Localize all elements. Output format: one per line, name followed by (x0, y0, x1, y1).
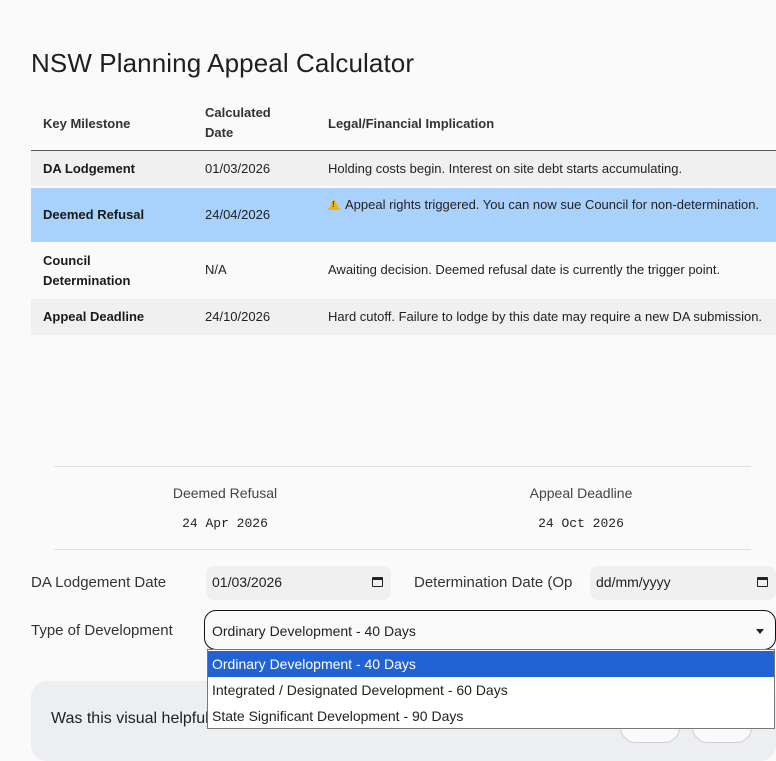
deemed-refusal-value: 24 Apr 2026 (182, 516, 268, 531)
header-calculated-date: Calculated Date (205, 105, 271, 140)
appeal-deadline-value: 24 Oct 2026 (538, 516, 624, 531)
milestone-name: DA Lodgement (43, 161, 135, 176)
calendar-icon[interactable] (757, 577, 768, 587)
lodgement-date-input[interactable]: 01/03/2026 (206, 566, 391, 600)
dropdown-option-state-significant[interactable]: State Significant Development - 90 Days (208, 703, 774, 729)
table-header: Key Milestone Calculated Date Legal/Fina… (31, 100, 776, 151)
warning-icon (328, 199, 340, 210)
lodgement-date-label: DA Lodgement Date (31, 574, 167, 591)
table-row: DA Lodgement 01/03/2026 Holding costs be… (31, 151, 776, 186)
lodgement-date-value: 01/03/2026 (212, 574, 283, 590)
header-key-milestone: Key Milestone (43, 116, 131, 131)
determination-date-input[interactable]: dd/mm/yyyy (590, 566, 776, 600)
page-title: NSW Planning Appeal Calculator (31, 48, 415, 78)
deemed-refusal-label: Deemed Refusal (172, 485, 278, 501)
milestone-date: N/A (205, 262, 227, 277)
milestone-name: Appeal Deadline (43, 309, 145, 324)
table-row: Deemed Refusal 24/04/2026 Appeal rights … (31, 188, 776, 242)
milestone-implication-wrap: Appeal rights triggered. You can now sue… (328, 195, 768, 215)
appeal-deadline-label: Appeal Deadline (529, 485, 633, 501)
dropdown-option-ordinary[interactable]: Ordinary Development - 40 Days (208, 651, 774, 677)
milestone-implication: Appeal rights triggered. You can now sue… (345, 197, 760, 212)
milestone-implication: Holding costs begin. Interest on site de… (328, 161, 683, 176)
milestone-implication: Hard cutoff. Failure to lodge by this da… (328, 309, 763, 324)
development-type-select[interactable]: Ordinary Development - 40 Days (204, 610, 776, 650)
feedback-question: Was this visual helpful (51, 710, 209, 727)
summary-panel: Deemed Refusal 24 Apr 2026 Appeal Deadli… (54, 466, 751, 550)
calendar-icon[interactable] (372, 577, 383, 587)
milestone-name: Council Determination (43, 253, 131, 288)
determination-date-label: Determination Date (Op (414, 574, 573, 591)
milestone-date: 24/04/2026 (205, 207, 271, 222)
development-type-label: Type of Development (31, 622, 173, 639)
milestone-date: 24/10/2026 (205, 309, 271, 324)
milestone-implication: Awaiting decision. Deemed refusal date i… (328, 262, 721, 277)
table-row: Council Determination N/A Awaiting decis… (31, 243, 776, 298)
chevron-down-icon[interactable] (756, 629, 764, 634)
development-type-dropdown: Ordinary Development - 40 Days Integrate… (207, 649, 775, 729)
development-type-value: Ordinary Development - 40 Days (212, 623, 416, 639)
table-row: Appeal Deadline 24/10/2026 Hard cutoff. … (31, 299, 776, 335)
header-implication: Legal/Financial Implication (328, 116, 495, 131)
determination-date-placeholder: dd/mm/yyyy (596, 574, 671, 590)
milestone-date: 01/03/2026 (205, 161, 271, 176)
dropdown-option-integrated[interactable]: Integrated / Designated Development - 60… (208, 677, 774, 703)
milestone-name: Deemed Refusal (43, 207, 145, 222)
